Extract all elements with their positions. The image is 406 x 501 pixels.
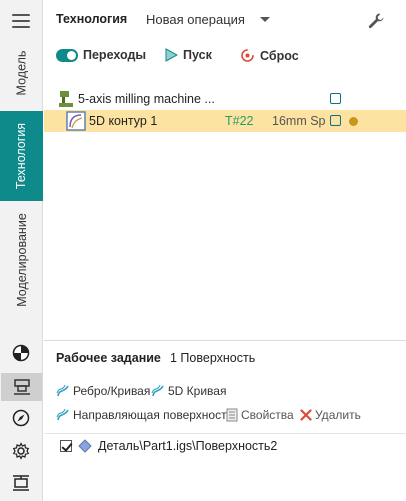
compass-icon[interactable] [10, 407, 32, 429]
reset-icon [241, 49, 254, 62]
run-button[interactable]: Пуск [164, 48, 212, 62]
job-panel: Рабочее задание 1 Поверхность Ребро/Крив… [44, 341, 406, 501]
item-checkbox[interactable] [60, 440, 72, 452]
tree-row-machine[interactable]: 5-axis milling machine ... [44, 88, 406, 110]
job-title: Рабочее задание [56, 351, 161, 365]
header: Технология Новая операция [44, 0, 406, 40]
tab-modeling[interactable]: Моделирование [0, 204, 43, 316]
curve-icon [151, 384, 164, 397]
surface-icon [56, 408, 69, 421]
menu-icon[interactable] [12, 14, 30, 28]
guide-surface-button[interactable]: Направляющая поверхность [56, 408, 233, 422]
tree-row-operation[interactable]: 5D контур 1 T#22 16mm Sp [44, 110, 406, 132]
machine-icon[interactable] [1, 373, 42, 401]
list-item[interactable]: Деталь\Part1.igs\Поверхность2 [60, 439, 277, 453]
document-icon [226, 408, 238, 422]
surface-diamond-icon [78, 439, 92, 453]
main-panel: Технология Новая операция Переходы Пуск … [44, 0, 406, 501]
item-label: Деталь\Part1.igs\Поверхность2 [98, 439, 278, 453]
tab-model[interactable]: Модель [0, 36, 43, 109]
page-title: Технология [56, 12, 128, 26]
job-count: 1 Поверхность [170, 351, 256, 365]
transitions-toggle[interactable]: Переходы [56, 48, 146, 62]
chevron-down-icon[interactable] [260, 17, 270, 22]
side-rail: Модель Технология Моделирование [0, 0, 43, 501]
job-divider [44, 433, 406, 434]
transitions-label: Переходы [83, 48, 147, 62]
properties-label: Свойства [241, 408, 294, 422]
gear-icon[interactable] [10, 440, 32, 462]
contour-5d-icon [66, 111, 86, 131]
curve-icon [56, 384, 69, 397]
square-icon[interactable] [330, 115, 341, 126]
fixture-icon[interactable] [10, 472, 32, 494]
delete-label: Удалить [315, 408, 361, 422]
play-icon [165, 48, 178, 62]
delete-button[interactable]: Удалить [300, 408, 361, 422]
properties-button[interactable]: Свойства [226, 408, 294, 422]
operation-select[interactable]: Новая операция [146, 12, 245, 27]
reset-button[interactable]: Сброс [240, 48, 299, 63]
tab-modeling-label: Моделирование [14, 213, 29, 307]
machine-name: 5-axis milling machine ... [78, 92, 215, 106]
curve-5d-label: 5D Кривая [168, 384, 227, 398]
half-circle-icon[interactable] [10, 342, 32, 364]
status-dot-icon [349, 117, 358, 126]
operation-name: 5D контур 1 [89, 114, 158, 128]
guide-surface-label: Направляющая поверхность [73, 408, 233, 422]
curve-5d-button[interactable]: 5D Кривая [151, 384, 226, 398]
edge-curve-label: Ребро/Кривая [73, 384, 151, 398]
square-icon[interactable] [330, 93, 341, 104]
edge-curve-button[interactable]: Ребро/Кривая [56, 384, 150, 398]
milling-machine-icon [59, 91, 73, 107]
tab-technology[interactable]: Технология [0, 111, 43, 201]
toolbar: Переходы Пуск Сброс [44, 44, 406, 70]
run-label: Пуск [183, 48, 212, 62]
toggle-icon [56, 48, 78, 62]
close-icon [300, 409, 312, 421]
tab-technology-label: Технология [14, 122, 29, 190]
tool-number: T#22 [225, 114, 254, 128]
reset-label: Сброс [260, 48, 299, 63]
tab-model-label: Модель [14, 50, 29, 95]
tool-info: 16mm Sp [272, 114, 326, 128]
wrench-icon[interactable] [366, 11, 386, 31]
